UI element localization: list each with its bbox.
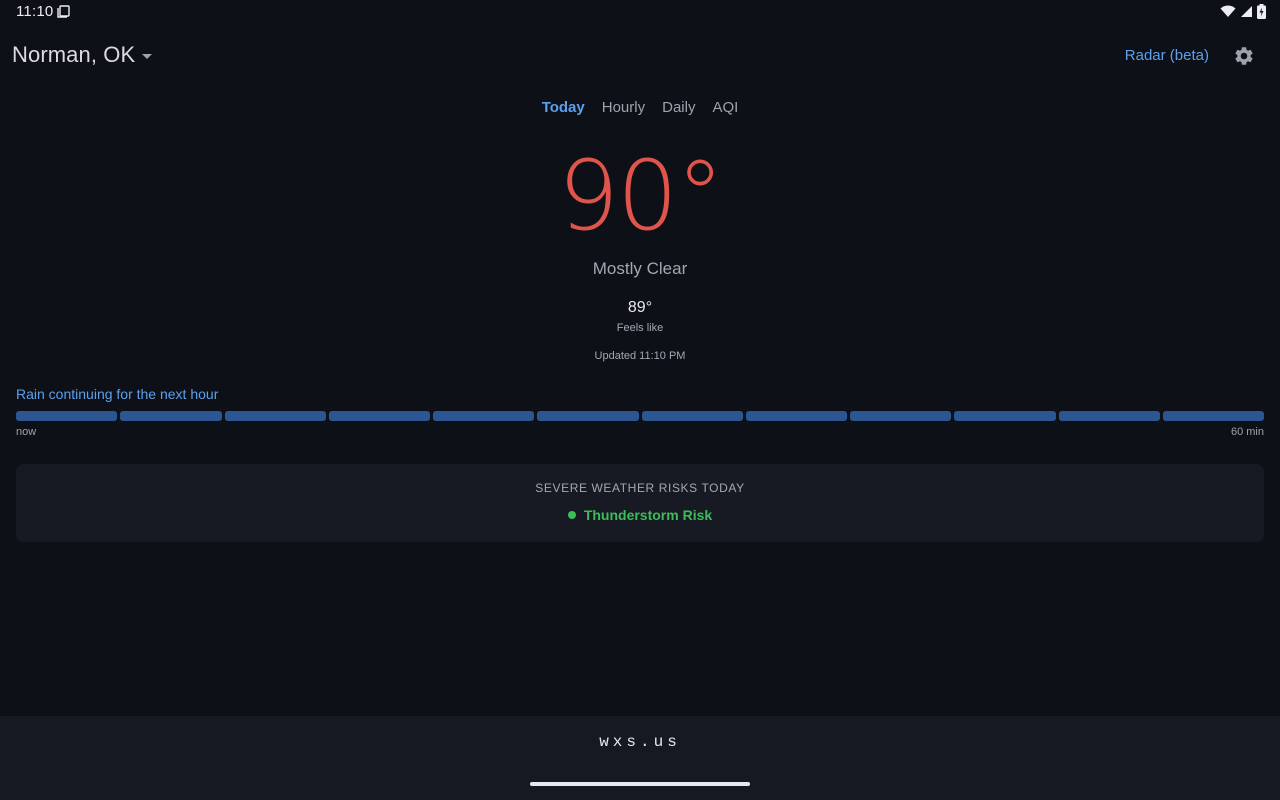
signal-icon (1240, 5, 1253, 23)
temperature-value: 90° (557, 140, 724, 252)
rain-end-label: 60 min (1230, 426, 1264, 438)
footer-brand: wxs.us (599, 733, 681, 751)
severe-weather-title: SEVERE WEATHER RISKS TODAY (535, 481, 745, 495)
tab-bar: Today Hourly Daily AQI (0, 99, 1280, 116)
status-time: 11:10 (16, 3, 54, 20)
rain-headline: Rain continuing for the next hour (16, 386, 219, 402)
tab-daily[interactable]: Daily (662, 99, 695, 116)
updated-time: Updated 11:10 PM (594, 350, 686, 362)
risk-dot-icon (567, 511, 576, 519)
gesture-navigation-bar[interactable] (530, 782, 750, 786)
tab-aqi[interactable]: AQI (712, 99, 738, 116)
gear-icon[interactable] (1233, 45, 1255, 72)
status-bar: 11:10 (0, 0, 1280, 24)
rain-segment (537, 411, 639, 421)
rain-segment (120, 411, 222, 421)
radar-link[interactable]: Radar (beta) (1125, 47, 1209, 64)
footer: wxs.us (0, 716, 1280, 800)
location-selector[interactable]: Norman, OK (12, 42, 153, 68)
tab-today[interactable]: Today (542, 99, 585, 116)
rain-segment (328, 411, 430, 421)
rain-segment (745, 411, 847, 421)
rain-segment (954, 411, 1056, 421)
status-icons (1220, 4, 1266, 24)
rain-segment (641, 411, 743, 421)
rain-start-label: now (16, 426, 37, 438)
wifi-icon (1220, 5, 1236, 23)
rain-segment (850, 411, 952, 421)
current-temperature: 90° (0, 140, 1280, 252)
battery-charging-icon (1257, 4, 1266, 24)
rain-segment (224, 411, 326, 421)
condition-text: Mostly Clear (592, 259, 688, 278)
tab-hourly[interactable]: Hourly (602, 99, 645, 116)
location-name: Norman, OK (12, 42, 136, 67)
rain-segment (433, 411, 535, 421)
feels-like-label: Feels like (616, 322, 664, 334)
app-screen: 11:10 Norman, OK Radar (beta) Today Hour… (0, 0, 1280, 800)
risk-label: Thunderstorm Risk (583, 507, 713, 523)
severe-risk-item: Thunderstorm Risk (16, 507, 1264, 523)
notification-icon (57, 5, 70, 23)
feels-like-value: 89° (627, 299, 653, 316)
caret-down-icon (142, 47, 153, 65)
rain-segment (1162, 411, 1264, 421)
rain-timeline-bar (16, 411, 1264, 421)
severe-weather-card: SEVERE WEATHER RISKS TODAY Thunderstorm … (16, 464, 1264, 542)
rain-segment (1058, 411, 1160, 421)
rain-segment (16, 411, 118, 421)
